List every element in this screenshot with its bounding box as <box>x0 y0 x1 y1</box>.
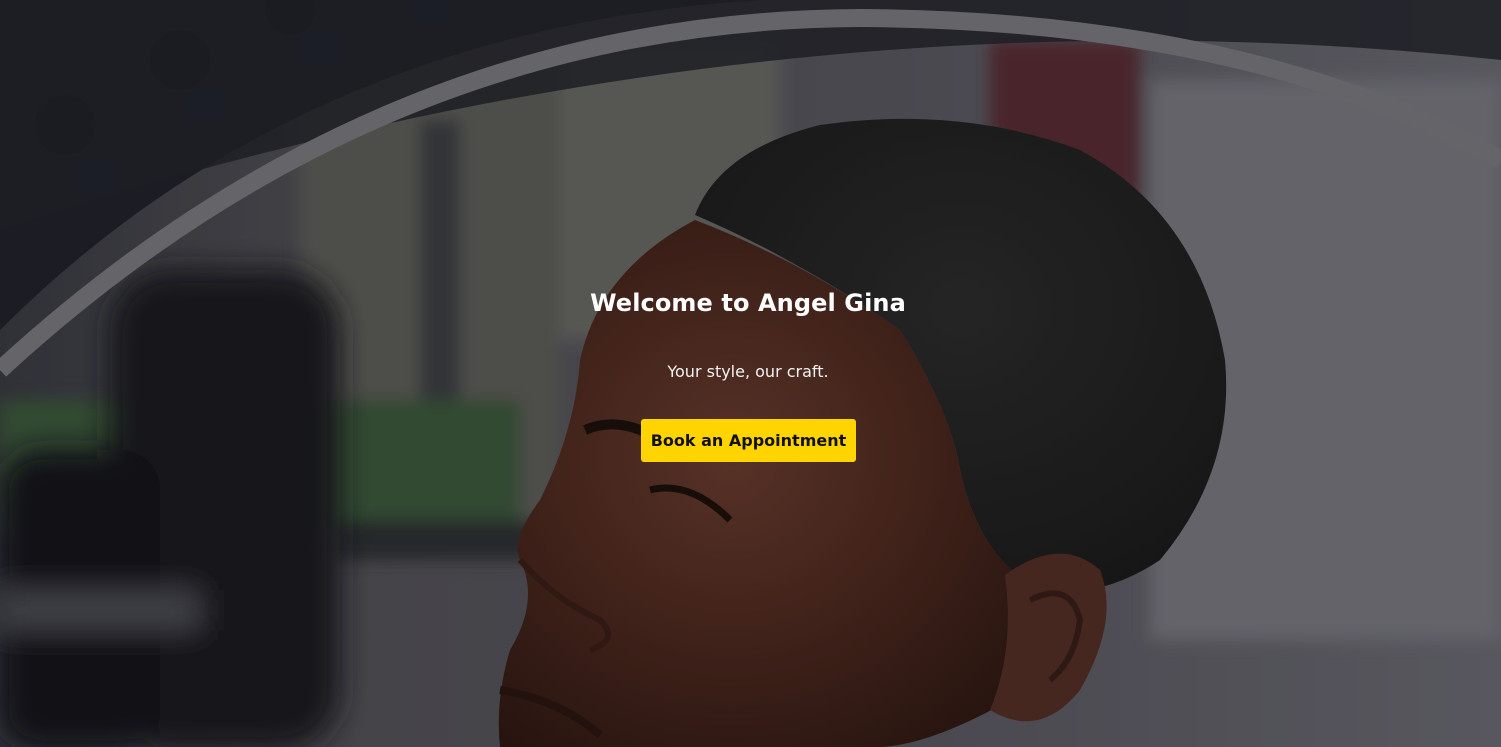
hero-subtitle: Your style, our craft. <box>667 362 829 381</box>
hero-section: Welcome to Angel Gina Your style, our cr… <box>0 0 1501 747</box>
book-appointment-button[interactable]: Book an Appointment <box>641 419 856 462</box>
hero-title: Welcome to Angel Gina <box>590 289 906 317</box>
hero-content: Welcome to Angel Gina Your style, our cr… <box>0 0 1501 747</box>
